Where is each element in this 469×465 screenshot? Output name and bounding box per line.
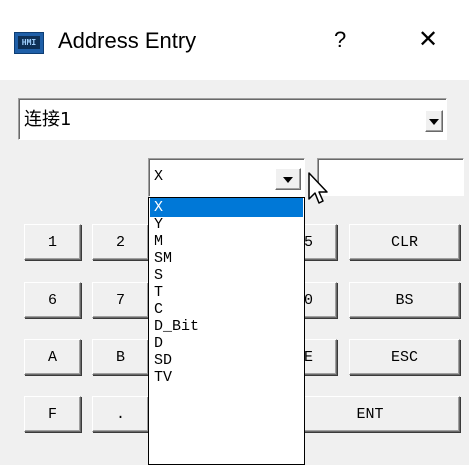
ent-button[interactable]: ENT — [280, 396, 460, 432]
key-dot[interactable]: . — [92, 396, 149, 432]
window-title: Address Entry — [58, 28, 197, 53]
key-1[interactable]: 1 — [24, 224, 81, 260]
clr-button[interactable]: CLR — [349, 224, 460, 260]
key-b[interactable]: B — [92, 339, 149, 375]
hmi-app-icon: HMI — [14, 32, 44, 54]
app-icon-label: HMI — [18, 36, 40, 49]
device-value: X — [154, 168, 164, 185]
bs-button[interactable]: BS — [349, 282, 460, 318]
key-2[interactable]: 2 — [92, 224, 149, 260]
connection-dropdown-button[interactable] — [425, 110, 443, 132]
help-button[interactable]: ? — [334, 27, 346, 53]
esc-button[interactable]: ESC — [349, 339, 460, 375]
key-f[interactable]: F — [24, 396, 81, 432]
chevron-down-icon — [429, 119, 439, 125]
key-7[interactable]: 7 — [92, 282, 149, 318]
key-a[interactable]: A — [24, 339, 81, 375]
chevron-down-icon — [283, 177, 293, 183]
device-dropdown-list[interactable]: X Y M SM S T C D_Bit D SD TV — [148, 197, 305, 465]
close-button[interactable]: ✕ — [412, 25, 444, 54]
title-bar: HMI Address Entry ? ✕ — [0, 0, 469, 80]
mouse-pointer-icon — [308, 172, 328, 204]
device-combobox[interactable]: X — [148, 158, 305, 197]
connection-combobox[interactable]: 连接1 — [18, 98, 447, 140]
device-dropdown-button[interactable] — [275, 168, 301, 190]
connection-value: 连接1 — [24, 109, 72, 130]
option-tv[interactable]: TV — [150, 368, 303, 387]
address-input[interactable] — [317, 158, 464, 196]
key-6[interactable]: 6 — [24, 282, 81, 318]
